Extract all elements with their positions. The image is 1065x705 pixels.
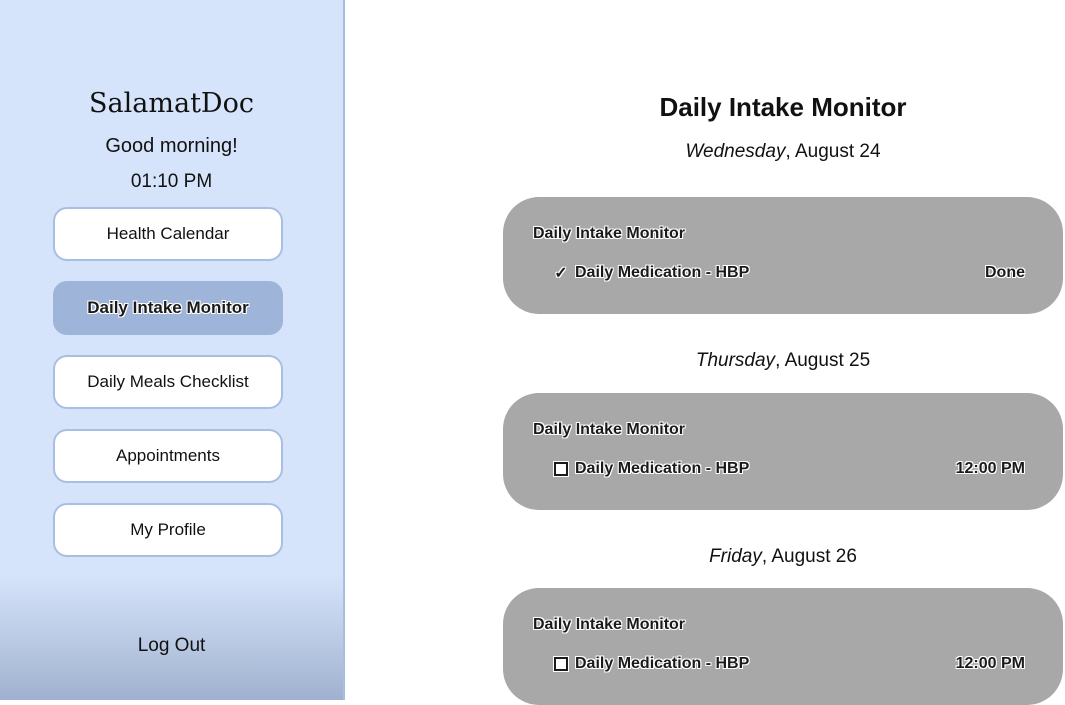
card-title: Daily Intake Monitor: [533, 421, 686, 438]
nav-health-calendar-button[interactable]: Health Calendar: [53, 207, 283, 261]
date-text: , August 24: [785, 141, 881, 162]
nav-label: Daily Meals Checklist: [87, 372, 249, 391]
nav-daily-intake-monitor-button[interactable]: Daily Intake Monitor: [53, 281, 283, 335]
date-text: , August 25: [775, 350, 871, 371]
medication-row[interactable]: Daily Medication - HBP 12:00 PM: [551, 652, 1025, 676]
app-brand: SalamatDoc: [89, 88, 254, 119]
nav-label: Health Calendar: [106, 224, 230, 243]
nav-label: Appointments: [116, 446, 220, 465]
intake-card[interactable]: Daily Intake Monitor Daily Medication - …: [503, 588, 1063, 705]
greeting-text: Good morning!: [105, 135, 238, 157]
intake-card[interactable]: Daily Intake Monitor Daily Medication - …: [503, 393, 1063, 510]
scheduled-time: 12:00 PM: [955, 655, 1025, 672]
day-heading: Friday, August 26: [503, 546, 1063, 568]
nav-label: My Profile: [130, 520, 206, 539]
logout-button[interactable]: Log Out: [0, 635, 343, 657]
intake-card[interactable]: Daily Intake Monitor ✓ Daily Medication …: [503, 197, 1063, 314]
card-title: Daily Intake Monitor: [533, 225, 686, 242]
checkbox-icon[interactable]: [551, 462, 571, 476]
nav-appointments-button[interactable]: Appointments: [53, 429, 283, 483]
scheduled-time: 12:00 PM: [955, 460, 1025, 477]
checkbox-icon[interactable]: [551, 657, 571, 671]
medication-label: Daily Medication - HBP: [575, 460, 750, 477]
page-title: Daily Intake Monitor: [659, 92, 907, 122]
medication-row[interactable]: ✓ Daily Medication - HBP Done: [551, 261, 1025, 285]
medication-row[interactable]: Daily Medication - HBP 12:00 PM: [551, 457, 1025, 481]
nav-label: Daily Intake Monitor: [87, 298, 249, 317]
nav-daily-meals-checklist-button[interactable]: Daily Meals Checklist: [53, 355, 283, 409]
card-title: Daily Intake Monitor: [533, 616, 686, 633]
date-text: , August 26: [761, 546, 857, 567]
check-icon[interactable]: ✓: [551, 263, 571, 283]
day-heading: Thursday, August 25: [503, 350, 1063, 372]
nav-my-profile-button[interactable]: My Profile: [53, 503, 283, 557]
weekday-text: Friday: [709, 546, 762, 567]
medication-label: Daily Medication - HBP: [575, 655, 750, 672]
day-heading: Wednesday, August 24: [503, 141, 1063, 163]
medication-label: Daily Medication - HBP: [575, 264, 750, 281]
current-time: 01:10 PM: [130, 171, 213, 192]
sidebar: SalamatDoc Good morning! 01:10 PM Health…: [0, 0, 345, 700]
weekday-text: Wednesday: [685, 141, 786, 162]
weekday-text: Thursday: [695, 350, 776, 371]
status-text: Done: [985, 264, 1025, 281]
